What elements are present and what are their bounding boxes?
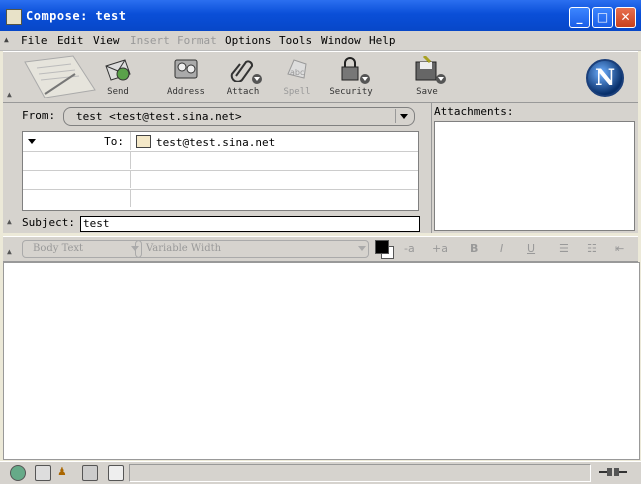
minimize-button[interactable]: _ [569,7,590,28]
address-card-icon [136,135,151,148]
menu-help[interactable]: Help [369,34,396,47]
send-icon [103,56,133,82]
save-dropdown-icon[interactable] [436,74,446,84]
attachments-panel: Attachments: [431,103,639,233]
title-bar: Compose: test _ □ ✕ [0,0,641,31]
bullet-list-icon[interactable]: ☰ [559,242,569,255]
chevron-down-icon[interactable] [28,139,36,144]
paragraph-style-value: Body Text [33,243,84,254]
address-label: Address [167,87,205,97]
composer-icon[interactable] [82,465,98,481]
bold-button[interactable]: B [470,242,478,255]
menu-view[interactable]: View [93,34,120,47]
compose-banner-icon [24,55,96,98]
recipient-row-empty[interactable] [23,189,418,208]
menu-format[interactable]: Format [177,34,217,47]
chevron-down-icon[interactable] [358,246,366,251]
svg-text:abc: abc [290,68,304,77]
netscape-logo-icon[interactable]: N [586,59,624,97]
attach-button[interactable]: Attach [218,54,268,100]
close-button[interactable]: ✕ [615,7,636,28]
spell-button[interactable]: abc Spell [272,54,322,100]
italic-button[interactable]: I [500,242,503,255]
font-select[interactable]: Variable Width [135,240,369,258]
message-header: ▲ From: test <test@test.sina.net> To: te… [3,103,638,233]
person-icon[interactable]: ♟ [58,465,72,479]
status-bar: ♟ [0,461,641,484]
address-button[interactable]: Address [161,54,211,100]
send-label: Send [107,87,129,97]
chevron-down-icon[interactable] [395,109,412,123]
recipient-type-label: To: [104,135,124,148]
compose-app-icon[interactable] [6,9,22,25]
underline-button[interactable]: U [527,242,535,255]
spell-check-icon: abc [282,56,312,82]
subject-label: Subject: [22,216,75,229]
recipient-type-select[interactable]: To: [23,132,131,150]
security-label: Security [329,87,373,97]
notes-icon[interactable] [108,465,124,481]
send-button[interactable]: Send [93,54,143,100]
security-button[interactable]: Security [326,54,376,100]
recipient-row-empty[interactable] [23,151,418,171]
menu-window[interactable]: Window [321,34,361,47]
window-title: Compose: test [26,9,127,23]
spell-label: Spell [283,87,311,97]
indent-icon[interactable]: ⇤ [615,242,624,255]
navigator-icon[interactable] [10,465,26,481]
status-text-area [129,464,591,482]
recipient-table: To: test@test.sina.net [22,131,419,211]
menu-insert[interactable]: Insert [130,34,170,47]
attach-label: Attach [226,87,260,97]
menu-edit[interactable]: Edit [57,34,84,47]
attach-dropdown-icon[interactable] [252,74,262,84]
attachments-label: Attachments: [434,105,514,118]
attachments-list[interactable] [434,121,635,231]
save-button[interactable]: Save [402,54,452,100]
save-disk-icon [412,54,446,84]
address-book-icon [171,56,201,82]
from-select[interactable]: test <test@test.sina.net> [63,107,415,126]
save-label: Save [416,87,438,97]
subject-input[interactable]: test [80,216,420,232]
from-label: From: [22,109,56,122]
recipient-type-cell[interactable] [23,151,131,169]
paperclip-icon [228,56,262,84]
recipient-row-empty[interactable] [23,170,418,190]
main-toolbar: ▲ Send Address Attach abc Spell Security… [3,51,638,103]
formatbar-grip-icon[interactable]: ▲ [7,247,15,256]
recipient-type-cell[interactable] [23,189,131,207]
security-dropdown-icon[interactable] [360,74,370,84]
menu-file[interactable]: File [21,34,48,47]
menubar-grip-icon[interactable]: ▲ [4,35,10,45]
smaller-font-button[interactable]: -a [404,242,415,255]
menu-tools[interactable]: Tools [279,34,312,47]
menu-options[interactable]: Options [225,34,271,47]
format-toolbar: ▲ Body Text Variable Width -a +a B I U ☰… [3,236,638,262]
mail-icon[interactable] [35,465,51,481]
maximize-button[interactable]: □ [592,7,613,28]
text-color-icon[interactable] [375,240,389,254]
lock-icon [336,56,370,84]
recipient-row[interactable]: To: test@test.sina.net [23,132,418,152]
larger-font-button[interactable]: +a [432,242,448,255]
font-value: Variable Width [146,243,222,254]
toolbar-grip-icon[interactable]: ▲ [7,90,15,99]
connection-plug-icon[interactable] [599,466,627,478]
recipient-address-text: test@test.sina.net [156,136,276,149]
numbered-list-icon[interactable]: ☷ [587,242,597,255]
recipient-address[interactable]: test@test.sina.net [136,135,275,149]
recipient-type-cell[interactable] [23,170,131,188]
menu-bar: ▲ File Edit View Insert Format Options T… [0,31,641,51]
header-grip-icon[interactable]: ▲ [7,217,15,226]
message-body-editor[interactable] [3,262,640,460]
from-value: test <test@test.sina.net> [76,110,242,123]
paragraph-style-select[interactable]: Body Text [22,240,142,258]
